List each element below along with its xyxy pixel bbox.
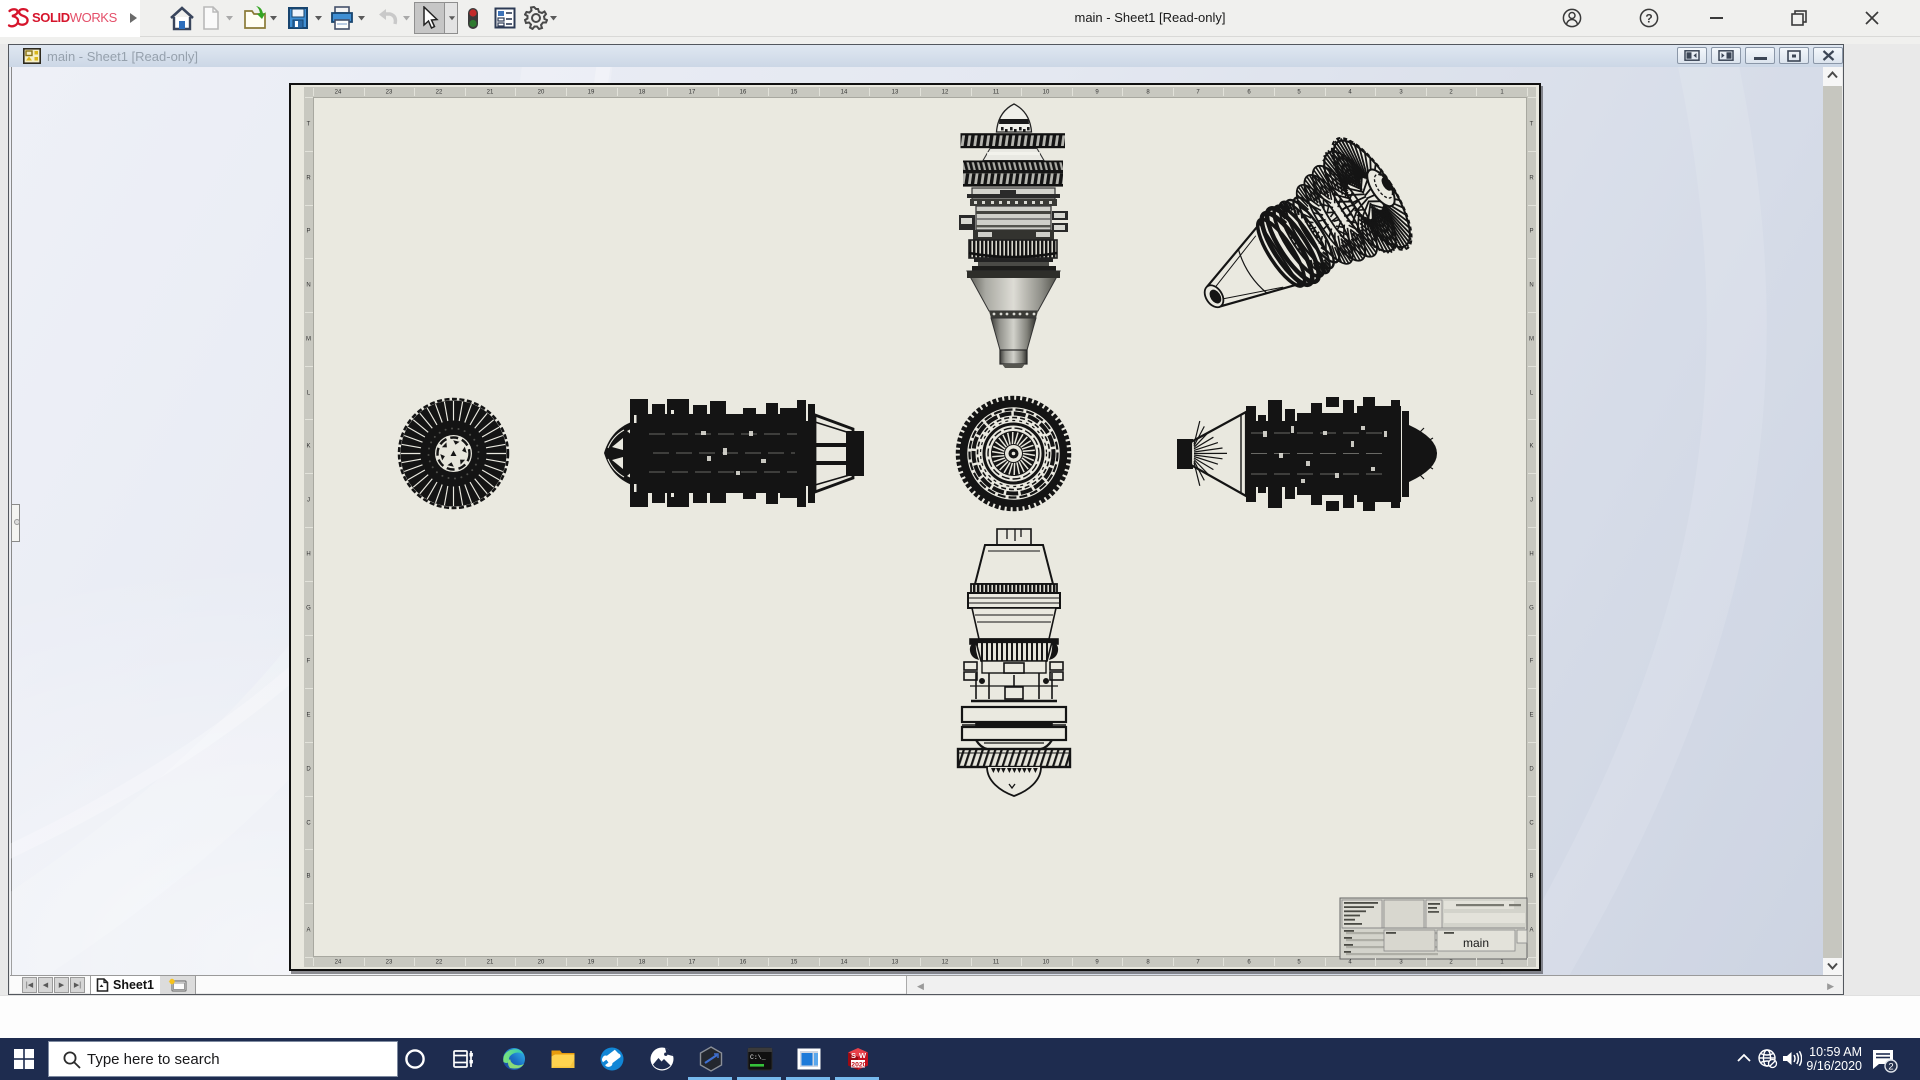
svg-text:C:\_: C:\_ xyxy=(750,1054,766,1061)
svg-text:SOLIDWORKS: SOLIDWORKS xyxy=(32,10,118,25)
svg-text:2020: 2020 xyxy=(851,1062,866,1069)
svg-text:?: ? xyxy=(1645,12,1652,26)
svg-text:S: S xyxy=(851,1051,856,1060)
svg-text:2: 2 xyxy=(1888,1062,1893,1073)
svg-text:main: main xyxy=(1463,936,1489,950)
svg-text:W: W xyxy=(859,1051,867,1060)
